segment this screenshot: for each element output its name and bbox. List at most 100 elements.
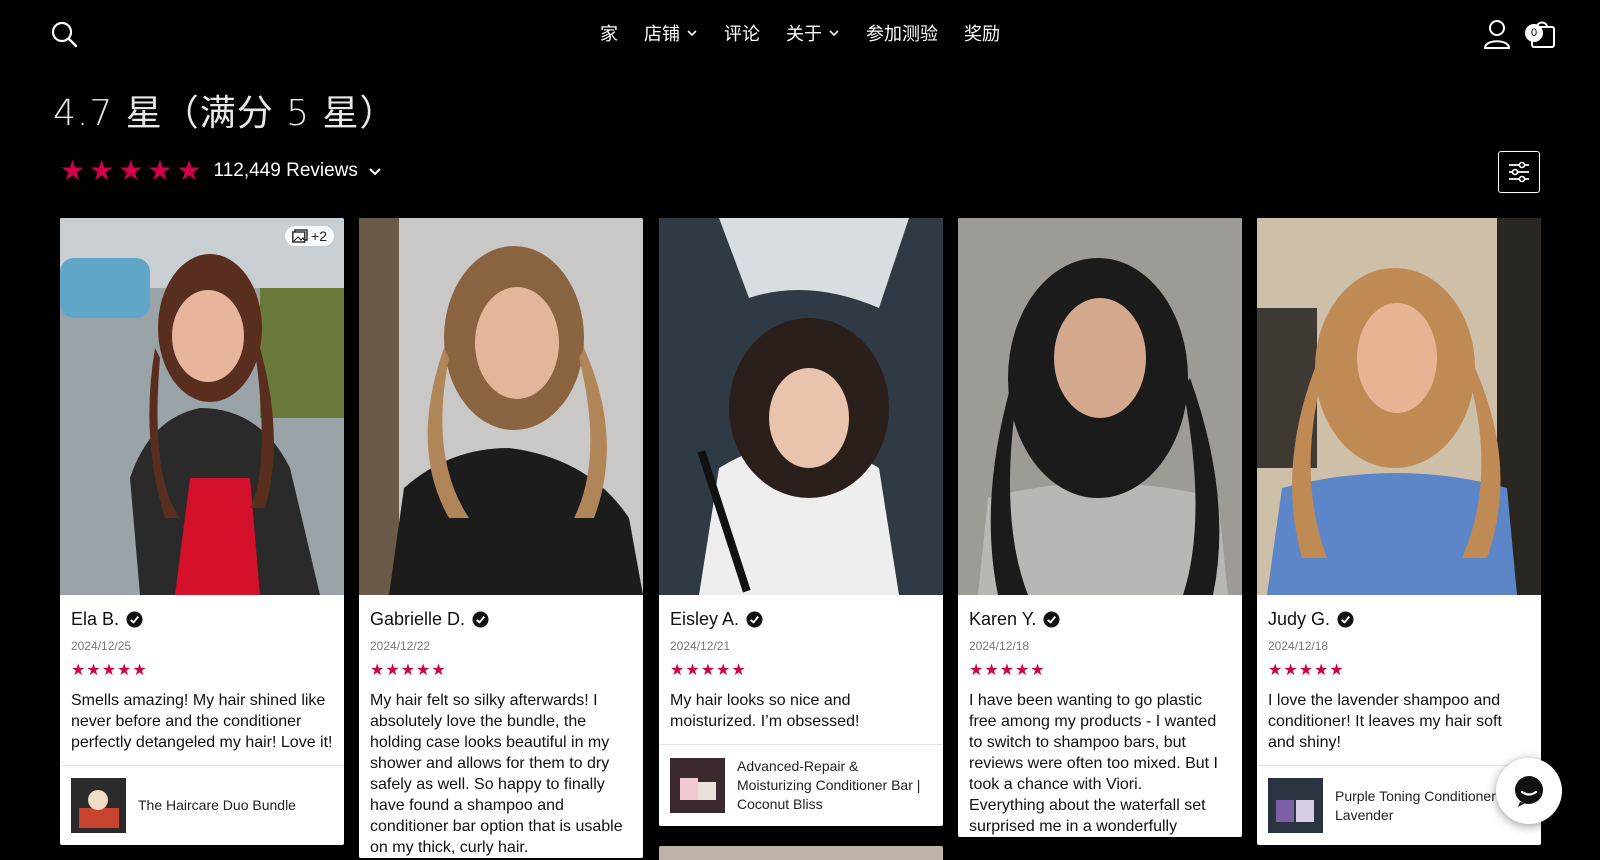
review-photo[interactable] [659, 218, 943, 595]
star-icon: ★ [1298, 660, 1314, 679]
reviewer-name: Judy G. [1268, 609, 1331, 629]
nav-label: 奖励 [964, 24, 1000, 45]
verified-icon [472, 611, 489, 628]
reviewer-name: Gabrielle D. [370, 609, 466, 629]
product-thumbnail [670, 758, 725, 813]
star-icon: ★ [416, 660, 431, 679]
star-icon: ★ [147, 154, 173, 187]
star-icon: ★ [86, 660, 101, 679]
cart-count-badge: 0 [1525, 24, 1543, 42]
star-icon: ★ [60, 154, 86, 187]
chevron-down-icon [369, 168, 381, 176]
review-text: My hair looks so nice and moisturized. I… [670, 692, 860, 730]
verified-icon [746, 611, 763, 628]
nav-item-home[interactable]: 家 [587, 18, 631, 48]
star-icon: ★ [731, 660, 746, 679]
nav-item-shop[interactable]: 店铺 [631, 18, 711, 48]
star-icon: ★ [685, 660, 700, 679]
site-header: 家 店铺 评论 关于 参加测验 奖励 0 [0, 0, 1600, 66]
star-icon: ★ [1283, 660, 1298, 679]
star-icon: ★ [1314, 660, 1329, 679]
nav-label: 关于 [786, 24, 822, 45]
rating-stars: ★ ★ ★ ★ ★ [60, 157, 202, 185]
product-thumbnail [1268, 778, 1323, 833]
star-icon: ★ [1329, 660, 1344, 679]
review-card[interactable]: Gabrielle D. 2024/12/22 ★ ★ ★ ★ ★ My hair fe… [359, 218, 643, 858]
review-photo[interactable] [359, 218, 643, 595]
nav-label: 家 [600, 24, 618, 45]
star-icon: ★ [101, 660, 117, 679]
review-text: I have been wanting to go plastic free a… [969, 692, 1218, 793]
sliders-icon [1509, 161, 1529, 183]
review-card[interactable]: +2 Ela B. 2024/12/25 ★ ★ ★ ★ ★ Smells amazin… [60, 218, 344, 845]
review-stars: ★ ★ ★ ★ ★ [370, 662, 632, 678]
nav-item-reviews[interactable]: 评论 [711, 18, 773, 48]
star-icon: ★ [984, 660, 999, 679]
nav-label: 店铺 [644, 24, 680, 45]
review-stars: ★ ★ ★ ★ ★ [71, 662, 333, 678]
review-card[interactable]: Judy G. 2024/12/18 ★ ★ ★ ★ ★ I love the lave… [1257, 218, 1541, 845]
reviews-summary-toggle[interactable]: ★ ★ ★ ★ ★ 112,449 Reviews [60, 157, 382, 185]
review-date: 2024/12/22 [370, 639, 431, 653]
reviewer-name: Eisley A. [670, 609, 740, 629]
main-nav: 家 店铺 评论 关于 参加测验 奖励 [0, 18, 1600, 48]
product-name: The Haircare Duo Bundle [138, 797, 296, 813]
star-icon: ★ [716, 660, 731, 679]
review-photo[interactable] [958, 218, 1242, 595]
star-icon: ★ [1268, 660, 1283, 679]
chat-button[interactable] [1496, 758, 1562, 824]
review-text-continued: Everything about the waterfall set surpr… [969, 797, 1206, 835]
nav-label: 参加测验 [866, 24, 938, 45]
review-date: 2024/12/25 [71, 639, 132, 653]
review-date: 2024/12/18 [969, 639, 1030, 653]
nav-label: 评论 [724, 24, 760, 45]
star-icon: ★ [71, 660, 86, 679]
review-card-next[interactable] [659, 846, 943, 860]
verified-icon [126, 611, 143, 628]
nav-item-rewards[interactable]: 奖励 [951, 18, 1013, 48]
photo-count-badge: +2 [285, 226, 334, 246]
star-icon: ★ [370, 660, 385, 679]
star-icon: ★ [118, 154, 144, 187]
star-icon: ★ [969, 660, 984, 679]
review-photo[interactable]: +2 [60, 218, 344, 595]
verified-icon [1043, 611, 1060, 628]
star-icon: ★ [117, 660, 132, 679]
review-photo[interactable] [1257, 218, 1541, 595]
account-icon[interactable] [1482, 18, 1512, 50]
chevron-down-icon [687, 30, 697, 37]
photo-count: +2 [311, 228, 327, 244]
reviewer-name: Ela B. [71, 609, 120, 629]
review-card[interactable]: Karen Y. 2024/12/18 ★ ★ ★ ★ ★ I have been wa… [958, 218, 1242, 837]
chevron-down-icon [829, 30, 839, 37]
review-stars: ★ ★ ★ ★ ★ [969, 662, 1231, 678]
review-text: Smells amazing! My hair shined like neve… [71, 692, 333, 751]
review-date: 2024/12/18 [1268, 639, 1329, 653]
product-thumbnail [71, 778, 126, 833]
review-date: 2024/12/21 [670, 639, 731, 653]
review-card[interactable]: Eisley A. 2024/12/21 ★ ★ ★ ★ ★ My hair looks… [659, 218, 943, 826]
star-icon: ★ [385, 660, 400, 679]
review-count: 112,449 Reviews [213, 160, 358, 181]
image-stack-icon [292, 229, 308, 243]
star-icon: ★ [670, 660, 685, 679]
filter-button[interactable] [1498, 151, 1540, 193]
star-icon: ★ [176, 154, 202, 187]
review-text: My hair felt so silky afterwards! I abso… [370, 692, 623, 856]
star-icon: ★ [431, 660, 446, 679]
review-product-link[interactable]: Advanced-Repair & Moisturizing Condition… [659, 744, 943, 826]
star-icon: ★ [400, 660, 416, 679]
review-stars: ★ ★ ★ ★ ★ [670, 662, 932, 678]
chat-bubble-icon [1515, 776, 1543, 807]
nav-item-quiz[interactable]: 参加测验 [853, 18, 951, 48]
product-name: Advanced-Repair & Moisturizing Condition… [737, 758, 921, 812]
star-icon: ★ [89, 154, 115, 187]
review-product-link[interactable]: The Haircare Duo Bundle [60, 765, 344, 845]
nav-item-about[interactable]: 关于 [773, 18, 853, 48]
star-icon: ★ [1030, 660, 1045, 679]
star-icon: ★ [999, 660, 1015, 679]
star-icon: ★ [700, 660, 716, 679]
reviewer-name: Karen Y. [969, 609, 1037, 629]
review-text: I love the lavender shampoo and conditio… [1268, 692, 1502, 751]
rating-title: 4.7 星（满分 5 星） [53, 93, 397, 134]
